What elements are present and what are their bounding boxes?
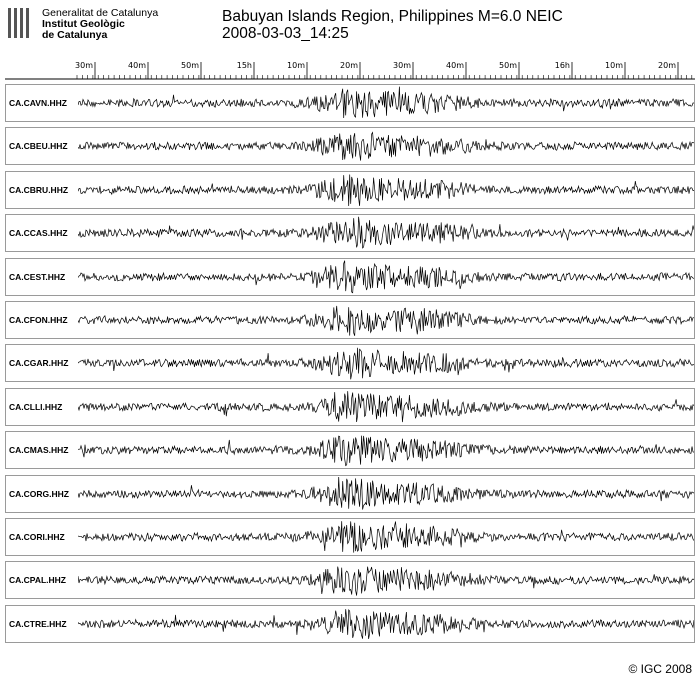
seismogram-trace — [78, 608, 694, 639]
time-tick-label: 30m — [393, 61, 411, 70]
time-tick-label: 40m — [128, 61, 146, 70]
waveform-line — [78, 216, 694, 249]
waveform-line — [78, 390, 694, 422]
waveform-line — [78, 435, 694, 467]
station-label: CA.CTRE.HHZ — [9, 618, 67, 629]
seismogram-trace — [78, 174, 694, 206]
igc-logo: Generalitat de Catalunya Institut Geològ… — [6, 6, 186, 46]
seismogram-trace — [78, 435, 694, 467]
copyright-notice: © IGC 2008 — [628, 662, 692, 676]
station-label: CA.CORG.HHZ — [9, 488, 69, 499]
station-label: CA.CMAS.HHZ — [9, 445, 69, 456]
trace-panel: CA.CGAR.HHZ — [5, 344, 695, 383]
seismogram-trace — [78, 390, 694, 422]
event-datetime: 2008-03-03_14:25 — [222, 25, 349, 42]
time-axis: 30m 40m 50m 15h 10m 20m 30m 40m 50m 16h 10m 20m — [5, 61, 695, 80]
station-label: CA.CLLI.HHZ — [9, 401, 63, 412]
time-tick-label: 10m — [287, 61, 305, 70]
waveform-line — [78, 521, 694, 553]
time-tick-label: 20m — [658, 61, 676, 70]
logo-text: Generalitat de Catalunya Institut Geològ… — [42, 8, 158, 41]
seismogram-trace — [78, 260, 694, 293]
trace-panel: CA.CEST.HHZ — [5, 257, 695, 296]
time-tick-label: 50m — [499, 61, 517, 70]
time-tick-label: 10m — [605, 61, 623, 70]
waveform-line — [78, 348, 694, 380]
waveform-line — [78, 174, 694, 206]
station-label: CA.CAVN.HHZ — [9, 98, 67, 108]
seismogram-trace — [78, 305, 694, 336]
trace-panel: CA.CMAS.HHZ — [5, 431, 695, 470]
waveform-line — [78, 86, 694, 119]
waveform-line — [78, 260, 694, 293]
station-label: CA.CBEU.HHZ — [9, 141, 68, 152]
time-tick-label: 20m — [340, 61, 358, 70]
station-label: CA.CPAL.HHZ — [9, 575, 66, 586]
trace-panel: CA.CPAL.HHZ — [5, 561, 695, 600]
trace-panel: CA.CBEU.HHZ — [5, 127, 695, 166]
waveform-line — [78, 131, 694, 162]
time-tick-label: 40m — [446, 61, 464, 70]
waveform-line — [78, 608, 694, 639]
station-label: CA.CCAS.HHZ — [9, 228, 68, 239]
seismogram-trace — [78, 86, 694, 119]
trace-panel: CA.CLLI.HHZ — [5, 387, 695, 426]
trace-panel: CA.CFON.HHZ — [5, 301, 695, 339]
time-tick-label: 30m — [75, 61, 93, 70]
waveform-line — [78, 305, 694, 336]
station-label: CA.CORI.HHZ — [9, 532, 65, 542]
trace-panel: CA.CORG.HHZ — [5, 474, 695, 513]
station-label: CA.CGAR.HHZ — [9, 358, 69, 369]
trace-panel: CA.CTRE.HHZ — [5, 604, 695, 643]
station-label: CA.CBRU.HHZ — [9, 184, 69, 195]
seismogram-trace — [78, 216, 694, 249]
trace-panel: CA.CBRU.HHZ — [5, 170, 695, 209]
trace-panel: CA.CAVN.HHZ — [5, 84, 695, 122]
seismogram-trace — [78, 131, 694, 162]
logo-line-3: de Catalunya — [42, 29, 108, 41]
seismogram-trace — [78, 521, 694, 553]
trace-panel: CA.CORI.HHZ — [5, 518, 695, 556]
time-tick-label: 15h — [237, 61, 252, 70]
chart-title: Babuyan Islands Region, Philippines M=6.… — [222, 8, 563, 42]
catalan-stripes-shield-icon — [6, 6, 32, 40]
time-tick-label: 16h — [555, 61, 570, 70]
seismogram-trace — [78, 566, 694, 597]
station-label: CA.CFON.HHZ — [9, 315, 68, 325]
seismogram-trace — [78, 476, 694, 510]
waveform-line — [78, 476, 694, 510]
trace-panel: CA.CCAS.HHZ — [5, 214, 695, 253]
time-tick-label: 50m — [181, 61, 199, 70]
seismogram-trace — [78, 348, 694, 380]
station-label: CA.CEST.HHZ — [9, 271, 66, 282]
waveform-line — [78, 566, 694, 597]
event-title: Babuyan Islands Region, Philippines M=6.… — [222, 8, 563, 25]
